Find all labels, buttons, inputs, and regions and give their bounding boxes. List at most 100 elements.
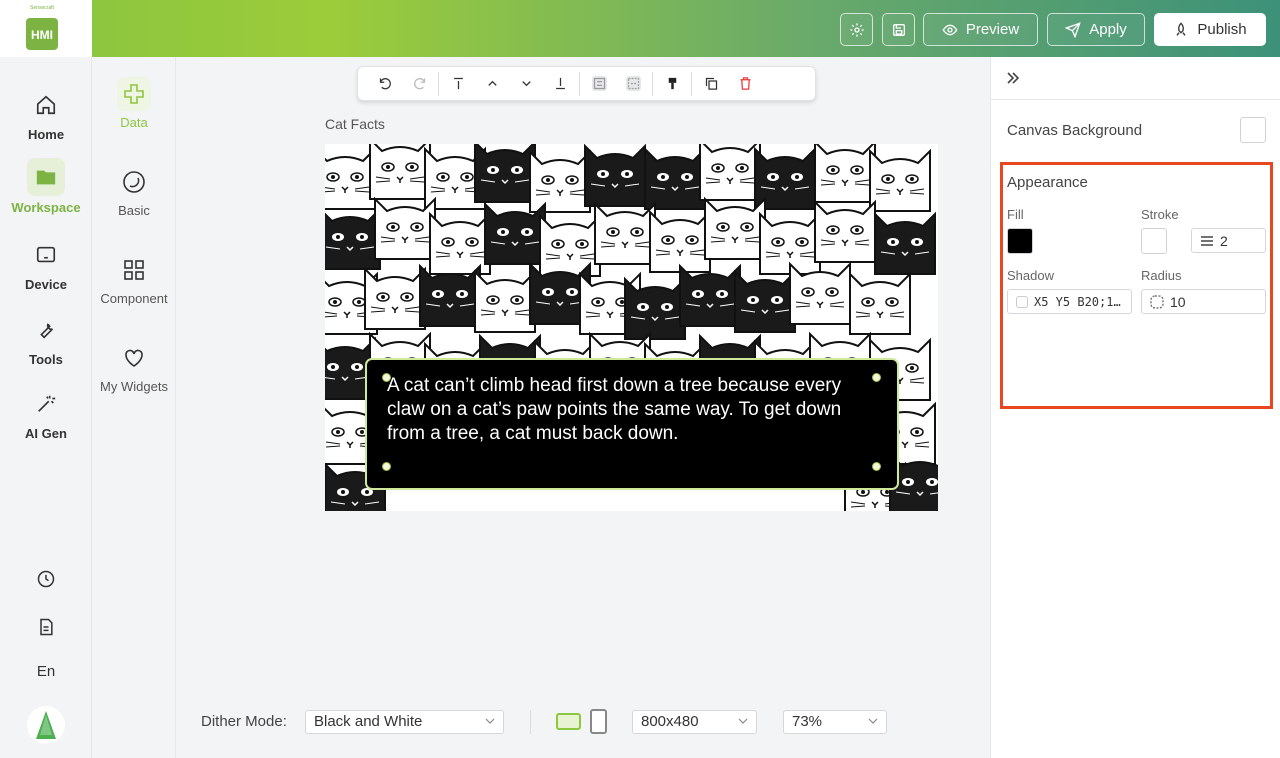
device-icon [28, 237, 64, 273]
nav-device-label: Device [25, 277, 67, 292]
widget-category-panel: Data Basic Component My Widgets [92, 57, 176, 758]
dither-mode-label: Dither Mode: [201, 713, 287, 730]
magic-wand-icon [28, 386, 64, 422]
chevron-down-icon [868, 718, 878, 724]
dither-mode-select[interactable]: Black and White [305, 710, 504, 734]
resize-handle-top-right[interactable] [872, 373, 881, 382]
send-icon [1065, 21, 1081, 38]
ungroup-icon [625, 76, 641, 91]
tree-avatar-icon [27, 706, 65, 744]
top-bar: Preview Apply Publish [92, 0, 1280, 57]
toolbar-divider [691, 71, 692, 96]
double-chevron-right-icon [1007, 72, 1020, 84]
undo-icon [379, 78, 391, 90]
landscape-orientation-button[interactable] [556, 713, 581, 730]
category-my-widgets-label: My Widgets [100, 379, 168, 394]
brand-small-text: Sensecraft [30, 5, 54, 11]
toolbar-divider [652, 71, 653, 96]
bring-to-front-button[interactable] [441, 69, 475, 99]
brand-name: HMI [31, 28, 53, 42]
logo-area: Sensecraft HMI [0, 0, 92, 57]
send-to-back-button[interactable] [543, 69, 577, 99]
docs-button[interactable] [0, 617, 92, 642]
format-painter-button[interactable] [655, 69, 689, 99]
nav-tools[interactable]: Tools [0, 312, 92, 367]
canvas-background-swatch[interactable] [1240, 117, 1266, 143]
canvas-toolbar [357, 66, 816, 101]
user-avatar[interactable] [0, 705, 92, 750]
apply-button[interactable]: Apply [1047, 13, 1145, 46]
app-logo: Sensecraft HMI [26, 5, 58, 50]
trash-icon [740, 77, 750, 90]
nav-home[interactable]: Home [0, 87, 92, 142]
history-icon [37, 570, 55, 588]
history-button[interactable] [0, 569, 92, 594]
resize-handle-top-left[interactable] [382, 373, 391, 382]
duplicate-button[interactable] [694, 69, 728, 99]
nav-workspace-label: Workspace [11, 200, 81, 215]
chevron-up-icon [487, 80, 497, 86]
canvas-title: Cat Facts [325, 116, 385, 132]
category-component[interactable]: Component [92, 253, 176, 306]
language-switch[interactable]: En [0, 663, 92, 680]
bring-forward-button[interactable] [475, 69, 509, 99]
undo-button[interactable] [368, 69, 402, 99]
nav-device[interactable]: Device [0, 237, 92, 292]
nav-tools-label: Tools [29, 352, 63, 367]
category-my-widgets[interactable]: My Widgets [92, 341, 176, 394]
publish-button[interactable]: Publish [1154, 13, 1266, 46]
category-basic[interactable]: Basic [92, 165, 176, 218]
text-widget-selected[interactable]: A cat can’t climb head first down a tree… [365, 358, 899, 490]
redo-icon [413, 78, 425, 90]
preview-label: Preview [965, 21, 1020, 38]
category-data[interactable]: Data [92, 77, 176, 130]
home-icon [28, 87, 64, 123]
ungroup-button[interactable] [616, 69, 650, 99]
send-backward-button[interactable] [509, 69, 543, 99]
copy-icon [705, 77, 717, 90]
group-icon [591, 76, 607, 91]
category-component-label: Component [100, 291, 168, 306]
nav-ai-gen-label: AI Gen [25, 426, 67, 441]
heart-icon [117, 341, 151, 375]
publish-label: Publish [1197, 21, 1247, 38]
redo-button[interactable] [402, 69, 436, 99]
resize-handle-bottom-left[interactable] [382, 462, 391, 471]
nav-ai-gen[interactable]: AI Gen [0, 386, 92, 441]
align-bottom-icon [555, 77, 565, 90]
delete-button[interactable] [728, 69, 762, 99]
save-icon [892, 23, 905, 36]
chevron-down-icon [485, 718, 495, 724]
preview-button[interactable]: Preview [923, 13, 1038, 46]
zoom-value: 73% [792, 713, 823, 730]
nav-workspace[interactable]: Workspace [0, 158, 92, 215]
wrench-icon [28, 312, 64, 348]
nav-home-label: Home [27, 127, 65, 142]
grid-icon [117, 253, 151, 287]
collapse-panel-button[interactable] [991, 57, 1280, 100]
bottom-divider [530, 710, 531, 734]
circle-icon [117, 165, 151, 199]
eye-icon [942, 24, 958, 35]
toolbar-divider [579, 71, 580, 96]
canvas-background-label: Canvas Background [1007, 122, 1143, 139]
group-button[interactable] [582, 69, 616, 99]
resolution-select[interactable]: 800x480 [632, 710, 757, 734]
main-nav-rail: Home Workspace Device Tools AI Gen En [0, 57, 92, 758]
resolution-value: 800x480 [641, 713, 699, 730]
category-basic-label: Basic [118, 203, 150, 218]
rocket-icon [1176, 21, 1186, 36]
category-data-label: Data [120, 115, 148, 130]
document-icon [40, 618, 53, 636]
brush-icon [668, 77, 676, 90]
settings-button[interactable] [840, 13, 873, 46]
portrait-orientation-button[interactable] [590, 709, 607, 734]
toolbar-divider [438, 71, 439, 96]
folder-icon [27, 158, 65, 196]
zoom-select[interactable]: 73% [783, 710, 887, 734]
gear-icon [849, 22, 864, 37]
save-button[interactable] [882, 13, 915, 46]
chevron-down-icon [521, 81, 531, 87]
data-icon [117, 77, 151, 111]
resize-handle-bottom-right[interactable] [872, 462, 881, 471]
